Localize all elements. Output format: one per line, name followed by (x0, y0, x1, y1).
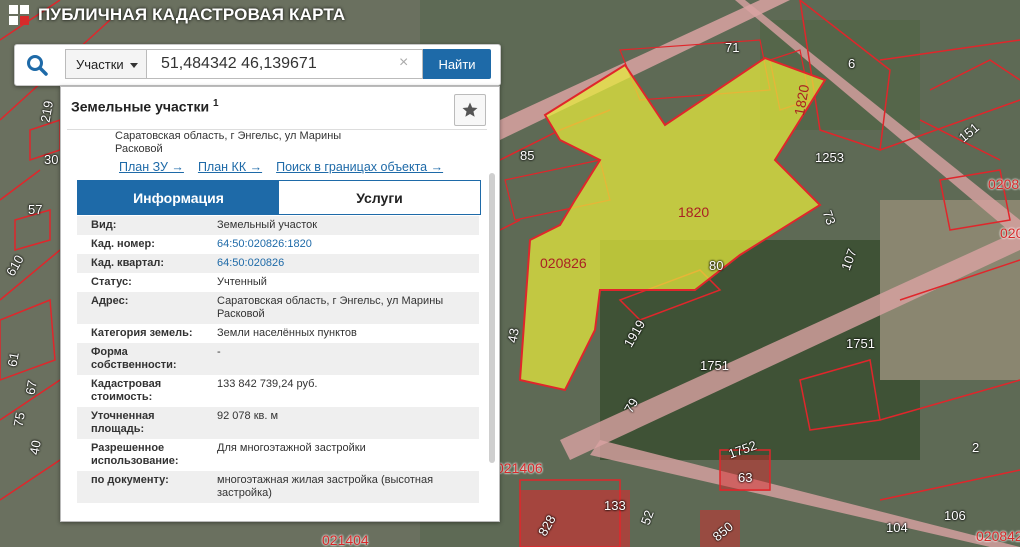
clear-icon[interactable]: × (399, 55, 408, 71)
row-key: Разрешенное использование: (91, 442, 179, 467)
row-key: Вид: (91, 219, 117, 231)
map-label: 71 (725, 40, 740, 55)
search-icon[interactable] (25, 53, 49, 77)
chevron-down-icon (130, 63, 138, 68)
map-label: 1751 (700, 358, 729, 373)
row-value: Для многоэтажной застройки (217, 442, 366, 454)
table-row: Кад. номер: 64:50:020826:1820 (77, 235, 479, 254)
row-key: Кад. квартал: (91, 257, 165, 269)
map-label: 43 (504, 327, 522, 344)
row-key: Форма собственности: (91, 346, 177, 371)
row-key: Кад. номер: (91, 238, 155, 250)
info-table: Вид: Земельный участок Кад. номер: 64:50:0… (77, 216, 479, 503)
table-row: Форма собственности: - (77, 343, 479, 375)
map-label: 1253 (815, 150, 844, 165)
row-value: многоэтажная жилая застройка (высотная з… (217, 474, 434, 499)
row-value: Учтенный (217, 276, 267, 288)
search-bar: Участки 51,484342 46,139671 × Найти (14, 44, 501, 86)
row-key: Статус: (91, 276, 132, 288)
tab-information[interactable]: Информация (78, 181, 279, 214)
map-label: 40 (26, 439, 44, 456)
find-button[interactable]: Найти (423, 49, 491, 79)
row-value: 133 842 739,24 руб. (217, 378, 318, 390)
map-label: 020842 (976, 528, 1020, 544)
table-row: Адрес: Саратовская область, г Энгельс, ул… (77, 292, 479, 324)
parcel-address-header: Саратовская область, г Энгельс, ул Марин… (115, 130, 342, 155)
panel-content[interactable]: Саратовская область, г Энгельс, ул Марин… (67, 129, 487, 522)
map-label: 80 (709, 258, 724, 273)
map-label: 133 (604, 498, 626, 513)
panel-tabs: Информация Услуги (77, 180, 481, 215)
row-value: Земли населённых пунктов (217, 327, 357, 339)
map-label: 020 (1000, 225, 1020, 241)
info-panel: Земельные участки 1 Саратовская область,… (60, 86, 500, 522)
map-label: 75 (10, 411, 28, 428)
table-row: Уточненная площадь: 92 078 кв. м (77, 407, 479, 439)
map-label: 020826 (540, 255, 587, 271)
cadastral-logo-icon (9, 5, 29, 25)
table-row: Статус: Учтенный (77, 273, 479, 292)
plan-zu-link[interactable]: План ЗУ → (119, 160, 184, 174)
search-type-select[interactable]: Участки (65, 49, 147, 79)
row-value: - (217, 346, 221, 358)
map-label: 021406 (496, 460, 543, 476)
panel-title: Земельные участки 1 (71, 98, 219, 115)
table-row: Кад. квартал: 64:50:020826 (77, 254, 479, 273)
row-key: по документу: (91, 474, 169, 486)
cadastral-number-link[interactable]: 64:50:020826:1820 (213, 235, 479, 254)
panel-scrollbar[interactable] (489, 173, 495, 463)
tab-services[interactable]: Услуги (279, 181, 480, 214)
cadastral-quarter-link[interactable]: 64:50:020826 (213, 254, 479, 273)
search-type-label: Участки (76, 56, 124, 72)
map-label: 106 (944, 508, 966, 523)
row-value: Саратовская область, г Энгельс, ул Марин… (217, 295, 444, 320)
app-title: ПУБЛИЧНАЯ КАДАСТРОВАЯ КАРТА (38, 5, 346, 24)
row-value: Земельный участок (217, 219, 318, 231)
map-label: 1751 (846, 336, 875, 351)
star-icon (462, 102, 478, 117)
map-label: 6 (848, 56, 856, 71)
table-row: Категория земель: Земли населённых пункто… (77, 324, 479, 343)
row-key: Кадастровая стоимость: (91, 378, 162, 403)
row-key: Уточненная площадь: (91, 410, 155, 435)
search-in-bounds-link[interactable]: Поиск в границах объекта → (276, 160, 443, 174)
table-row: Кадастровая стоимость: 133 842 739,24 руб… (77, 375, 479, 407)
favorite-button[interactable] (454, 94, 486, 126)
row-key: Категория земель: (91, 327, 193, 339)
map-label: 1820 (678, 204, 710, 220)
row-value: 92 078 кв. м (217, 410, 279, 422)
map-label: 57 (28, 202, 43, 217)
search-input[interactable]: 51,484342 46,139671 (147, 49, 423, 79)
map-label: 67 (22, 379, 40, 396)
map-label: 85 (520, 148, 535, 163)
row-key: Адрес: (91, 295, 129, 307)
table-row: Разрешенное использование: Для многоэтажн… (77, 439, 479, 471)
map-label: 61 (4, 351, 22, 368)
map-label: 63 (738, 470, 753, 485)
map-label: 104 (886, 520, 908, 535)
table-row: по документу: многоэтажная жилая застройк… (77, 471, 479, 503)
parcel-links: План ЗУ → План КК → Поиск в границах объ… (119, 160, 443, 174)
map-label: 020826 (988, 176, 1020, 192)
map-label: 2 (972, 440, 980, 455)
map-label: 021404 (322, 532, 369, 547)
map-label: 30 (44, 152, 59, 167)
plan-kk-link[interactable]: План КК → (198, 160, 262, 174)
table-row: Вид: Земельный участок (77, 216, 479, 235)
app-header: ПУБЛИЧНАЯ КАДАСТРОВАЯ КАРТА (8, 2, 345, 28)
